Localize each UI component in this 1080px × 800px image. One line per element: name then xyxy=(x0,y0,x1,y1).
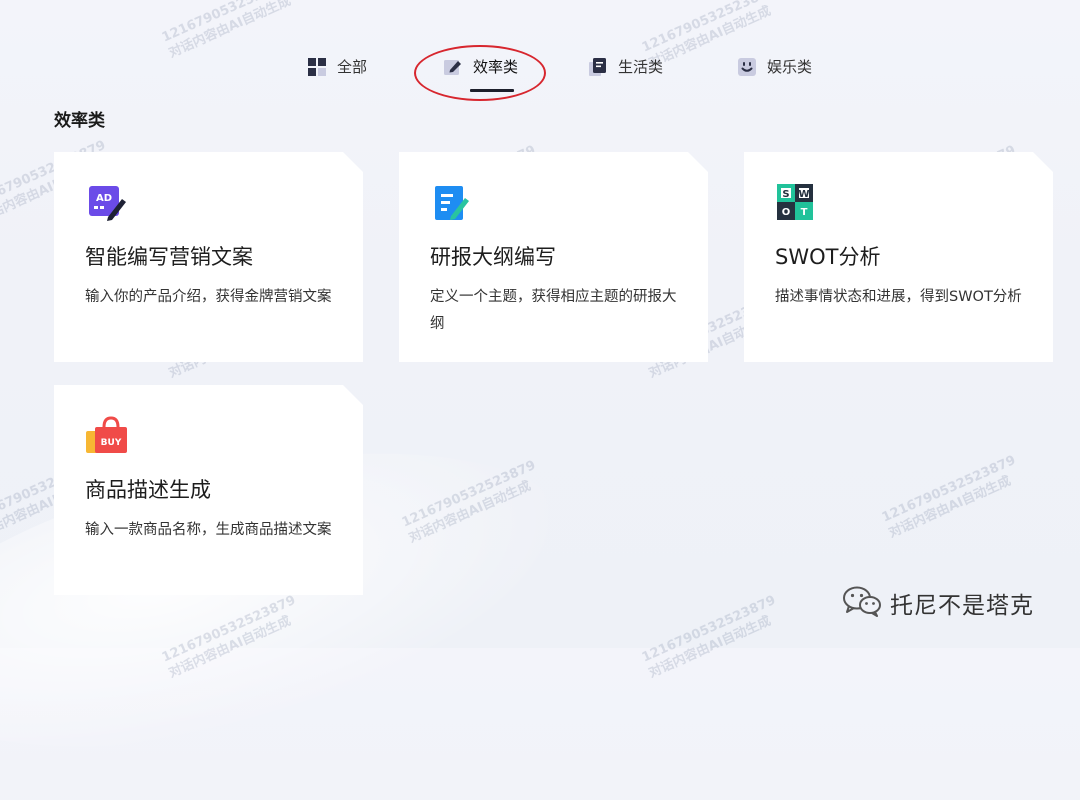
svg-text:W: W xyxy=(798,189,809,200)
card-title: 研报大纲编写 xyxy=(430,245,556,269)
card-title: SWOT分析 xyxy=(775,245,881,269)
notebook-icon xyxy=(589,58,607,76)
card-description: 描述事情状态和进展，得到SWOT分析 xyxy=(775,289,1022,305)
section-title: 效率类 xyxy=(54,111,105,131)
tab-all[interactable]: 全部 xyxy=(308,56,367,96)
tab-label: 生活类 xyxy=(618,58,664,76)
card-description: 定义一个主题，获得相应主题的研报大纲 xyxy=(430,289,677,332)
wechat-account-name: 托尼不是塔克 xyxy=(890,593,1034,619)
tab-life[interactable]: 生活类 xyxy=(589,56,663,96)
card-description: 输入你的产品介绍，获得金牌营销文案 xyxy=(85,289,332,305)
svg-text:AD: AD xyxy=(96,193,112,204)
watermark: 1216790532523879对话内容由AI自动生成 xyxy=(639,592,779,682)
card-product-description[interactable]: BUY 商品描述生成 输入一款商品名称，生成商品描述文案 xyxy=(54,385,363,595)
smiley-icon xyxy=(738,58,756,76)
svg-text:S: S xyxy=(782,189,789,200)
card-description: 输入一款商品名称，生成商品描述文案 xyxy=(85,522,332,538)
card-title: 商品描述生成 xyxy=(85,478,211,502)
red-highlight-circle xyxy=(414,45,546,101)
grid-icon xyxy=(308,58,326,76)
tab-label: 全部 xyxy=(337,58,368,76)
document-edit-icon xyxy=(431,183,473,225)
ad-writing-icon: AD xyxy=(86,183,128,225)
wechat-icon xyxy=(842,585,882,621)
svg-text:T: T xyxy=(801,207,808,218)
svg-text:BUY: BUY xyxy=(101,438,122,448)
wechat-attribution: 托尼不是塔克 xyxy=(842,585,1034,621)
card-title: 智能编写营销文案 xyxy=(85,245,253,269)
watermark: 1216790532523879对话内容由AI自动生成 xyxy=(879,452,1019,542)
svg-text:O: O xyxy=(782,207,791,218)
shopping-bag-icon: BUY xyxy=(86,416,128,458)
tab-label: 娱乐类 xyxy=(767,58,813,76)
tab-entertainment[interactable]: 娱乐类 xyxy=(738,56,812,96)
card-swot[interactable]: S W O T SWOT分析 描述事情状态和进展，得到SWOT分析 xyxy=(744,152,1053,362)
swot-icon: S W O T xyxy=(776,183,818,225)
card-research-outline[interactable]: 研报大纲编写 定义一个主题，获得相应主题的研报大纲 xyxy=(399,152,708,362)
card-marketing-copy[interactable]: AD 智能编写营销文案 输入你的产品介绍，获得金牌营销文案 xyxy=(54,152,363,362)
